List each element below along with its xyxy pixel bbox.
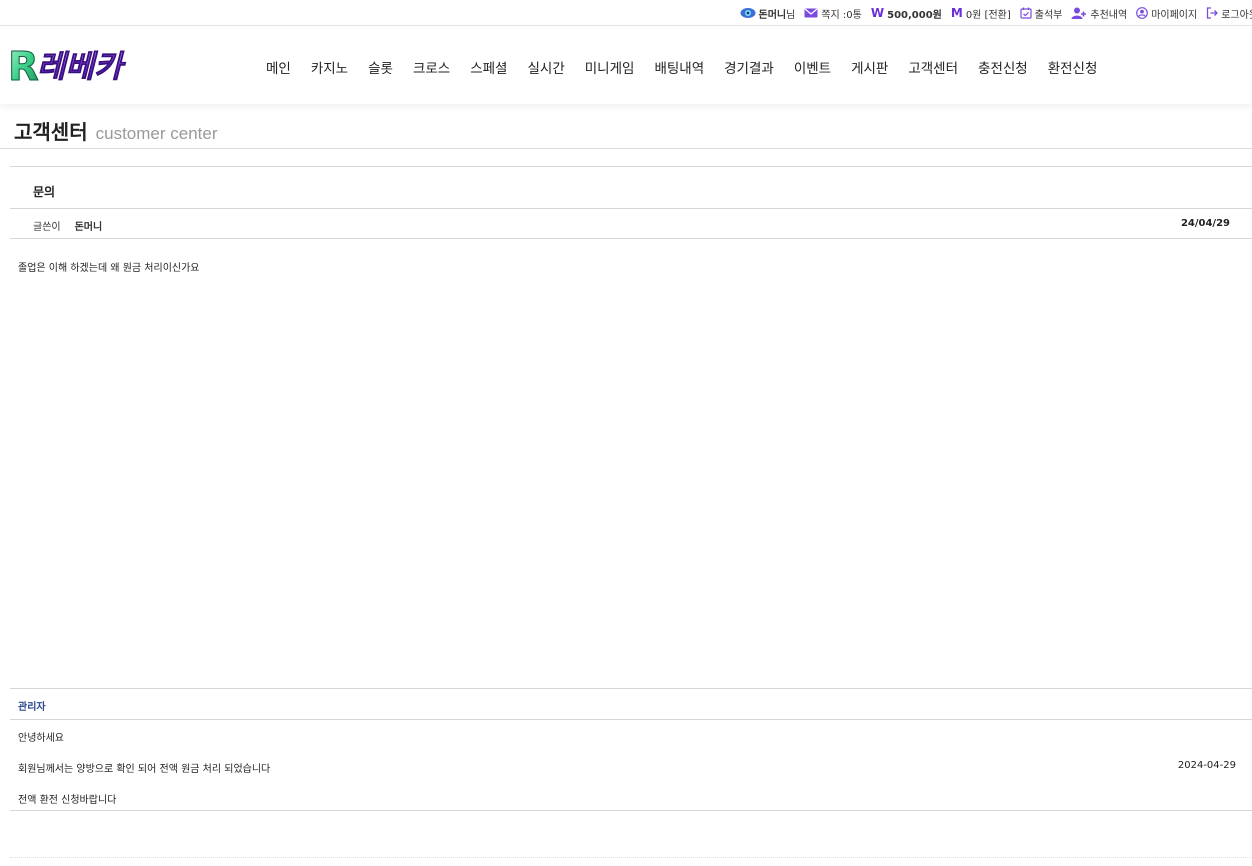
balance-info: W 500,000원 [871,6,942,21]
attendance-label: 출석부 [1034,9,1063,21]
reply-line: 회원님께서는 양방으로 확인 되어 전액 원금 처리 되었습니다 [18,764,271,775]
nav-item-live[interactable]: 실시간 [527,57,564,77]
footer-divider [10,857,1252,858]
nav-item-special[interactable]: 스페셜 [470,57,507,77]
nav-item-main[interactable]: 메인 [266,57,291,77]
nav-item-results[interactable]: 경기결과 [724,57,774,77]
balance-value: 500,000원 [887,9,942,21]
nav-item-minigame[interactable]: 미니게임 [585,57,635,77]
user-circle-icon [1136,7,1149,19]
reply-author: 관리자 [18,702,46,713]
nav-item-withdraw[interactable]: 환전신청 [1048,57,1098,77]
page-title-en: customer center [95,124,218,143]
nav-item-support[interactable]: 고객센터 [908,57,958,77]
point-convert-link[interactable]: M 0원 [전환] [951,6,1011,21]
top-utility-items: 돈머니님 쪽지 :0통 W 500,000원 M 0원 [전환] 출석부 추천 [731,5,1252,21]
divider [10,688,1252,689]
post-date: 24/04/29 [1180,218,1230,229]
post-meta: 글쓴이 돈머니 [33,218,102,233]
nav-item-cross[interactable]: 크로스 [413,57,450,77]
calendar-check-icon [1020,7,1032,19]
referral-link[interactable]: 추천내역 [1071,6,1127,21]
reply-line: 전액 환전 신청바랍니다 [18,795,117,806]
writer-name: 돈머니 [74,222,103,233]
messages-label: 쪽지 :0통 [821,9,862,21]
post-content: 졸업은 이해 하겠는데 왜 원금 처리이신가요 [18,263,200,274]
divider [10,719,1252,720]
messages-link[interactable]: 쪽지 :0통 [804,6,862,21]
logout-label: 로그아웃 [1221,9,1252,21]
user-suffix: 님 [786,9,796,21]
main-nav: 메인 카지노 슬롯 크로스 스페셜 실시간 미니게임 배팅내역 경기결과 이벤트… [266,57,1097,77]
m-point-icon: M [950,6,963,20]
page-title: 고객센터 customer center [14,116,218,145]
logo-text: 레베카 [37,49,126,85]
user-eye-icon [740,7,756,19]
nav-item-bet-history[interactable]: 배팅내역 [654,57,704,77]
nav-item-deposit[interactable]: 충전신청 [978,57,1028,77]
reply-line: 안녕하세요 [18,733,64,744]
logout-link[interactable]: 로그아웃 [1206,6,1252,21]
top-utility-bar: 돈머니님 쪽지 :0통 W 500,000원 M 0원 [전환] 출석부 추천 [0,0,1252,26]
envelope-icon [804,8,818,18]
nav-item-event[interactable]: 이벤트 [794,57,831,77]
writer-label: 글쓴이 [33,222,61,233]
user-info: 돈머니 님 [740,6,796,21]
nav-item-slot[interactable]: 슬롯 [368,57,393,77]
won-icon: W [870,6,885,20]
attendance-link[interactable]: 출석부 [1020,6,1063,21]
post-subject: 문의 [33,185,56,199]
nav-item-casino[interactable]: 카지노 [311,57,348,77]
page-title-ko: 고객센터 [14,120,88,144]
referral-label: 추천내역 [1090,9,1128,21]
site-logo[interactable]: R 레베카 [6,40,166,91]
divider [10,166,1252,167]
divider [0,148,1252,149]
divider [10,810,1252,811]
main-header: R 레베카 메인 카지노 슬롯 크로스 스페셜 실시간 미니게임 배팅내역 경기… [0,26,1252,104]
logout-icon [1206,7,1219,19]
divider [10,208,1252,209]
add-user-icon [1071,7,1087,19]
logo-initial: R [8,44,39,90]
point-value: 0원 [전환] [965,9,1011,21]
mypage-label: 마이페이지 [1151,9,1198,21]
user-name: 돈머니 [758,9,787,21]
divider [10,238,1252,239]
nav-item-board[interactable]: 게시판 [851,57,888,77]
reply-date: 2024-04-29 [1177,760,1236,771]
mypage-link[interactable]: 마이페이지 [1136,6,1197,21]
